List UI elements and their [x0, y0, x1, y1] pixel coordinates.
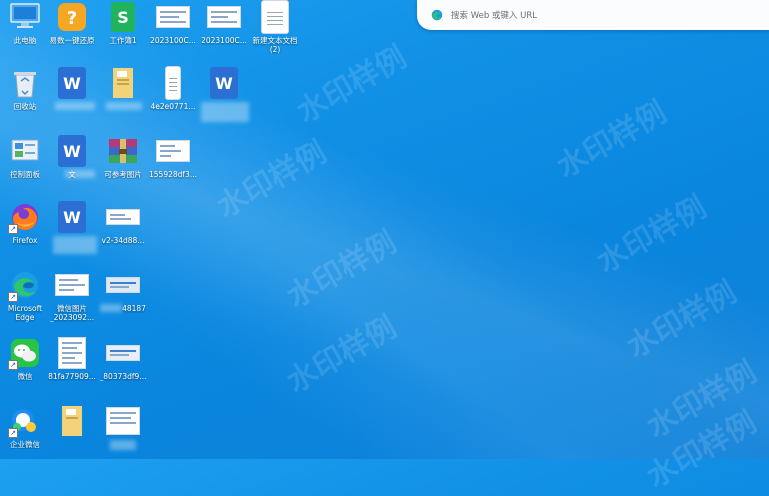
redaction-blur: [100, 304, 122, 312]
image-thumbnail-icon: [106, 336, 140, 370]
pc-icon: [8, 0, 42, 34]
desktop-icon-control-panel[interactable]: 控制面板: [0, 134, 50, 179]
watermark: 水印样例: [641, 354, 763, 446]
redaction-blur: [110, 440, 136, 450]
spreadsheet-icon: S: [106, 0, 140, 34]
icon-label: 新建文本文档 (2): [252, 36, 298, 54]
watermark: 水印样例: [291, 39, 413, 131]
word-doc-icon: W: [55, 134, 89, 168]
icon-label: 易数一键还原: [49, 36, 95, 45]
redaction-blur: [106, 102, 142, 110]
image-thumbnail-icon: [106, 200, 140, 234]
desktop-icon-new-text[interactable]: 新建文本文档 (2): [250, 0, 300, 54]
shortcut-arrow-icon: ↗: [8, 360, 18, 370]
image-thumbnail-icon: [156, 134, 190, 168]
desktop-icon-folder[interactable]: [98, 66, 148, 110]
desktop-icon-image[interactable]: _80373df9...: [98, 336, 148, 381]
icon-label: 2023100C...: [150, 36, 196, 45]
image-thumbnail-icon: [106, 268, 140, 302]
desktop-icon-recycle-bin[interactable]: 回收站: [0, 66, 50, 111]
icon-label: 回收站: [13, 102, 37, 111]
desktop-icon-image[interactable]: 155928df3...: [148, 134, 198, 179]
icon-label: 微信图片 _2023092...: [49, 304, 95, 322]
desktop-icon-image[interactable]: 2023100C...: [148, 0, 198, 45]
folder-icon: [55, 404, 89, 438]
desktop[interactable]: 水印样例 水印样例 水印样例 水印样例 水印样例 水印样例 水印样例 水印样例 …: [0, 0, 769, 495]
desktop-icon-image[interactable]: 81fa77909...: [47, 336, 97, 381]
desktop-icon-workbook[interactable]: S 工作簿1: [98, 0, 148, 45]
desktop-icon-word-doc[interactable]: W: [47, 66, 97, 110]
folder-icon: [106, 66, 140, 100]
watermark: 水印样例: [551, 94, 673, 186]
desktop-icon-image[interactable]: 微信图片 _2023092...: [47, 268, 97, 322]
watermark: 水印样例: [641, 404, 763, 496]
desktop-icon-archive[interactable]: 可参考图片: [98, 134, 148, 179]
redaction-blur: [65, 170, 95, 178]
image-thumbnail-icon: [207, 0, 241, 34]
icon-label: 81fa77909...: [48, 372, 96, 381]
text-file-icon: [156, 66, 190, 100]
redaction-blur: [201, 102, 249, 122]
watermark: 水印样例: [621, 274, 743, 366]
icon-label: 工作簿1: [109, 36, 137, 45]
icon-label: 可参考图片: [104, 170, 142, 179]
text-file-icon: [258, 0, 292, 34]
image-thumbnail-icon: [55, 336, 89, 370]
icon-label: v2-34d88...: [101, 236, 145, 245]
shortcut-arrow-icon: ↗: [8, 224, 18, 234]
word-doc-icon: W: [207, 66, 241, 100]
wecom-icon: ↗: [8, 404, 42, 438]
word-doc-icon: W: [55, 200, 89, 234]
desktop-icon-wecom[interactable]: ↗ 企业微信: [0, 404, 50, 449]
icon-label: 155928df3...: [149, 170, 197, 179]
desktop-icon-wechat[interactable]: ↗ 微信: [0, 336, 50, 381]
icon-label: Firefox: [12, 236, 38, 245]
icon-label: 微信: [17, 372, 33, 381]
icon-label: _80373df9...: [99, 372, 147, 381]
icon-label: 控制面板: [10, 170, 40, 179]
recycle-bin-icon: [8, 66, 42, 100]
desktop-icon-word-doc[interactable]: W: [199, 66, 249, 122]
redaction-blur: [55, 102, 95, 110]
wechat-icon: ↗: [8, 336, 42, 370]
icon-label: 企业微信: [10, 440, 40, 449]
desktop-icon-word-doc[interactable]: W: [47, 200, 97, 254]
icon-label: 2023100C...: [201, 36, 247, 45]
restore-app-icon: ?: [55, 0, 89, 34]
shortcut-arrow-icon: ↗: [8, 428, 18, 438]
search-placeholder[interactable]: 搜索 Web 或键入 URL: [451, 9, 537, 21]
shortcut-arrow-icon: ↗: [8, 292, 18, 302]
watermark: 水印样例: [281, 224, 403, 316]
desktop-icon-image[interactable]: v2-34d88...: [98, 200, 148, 245]
web-search-bar[interactable]: 搜索 Web 或键入 URL: [417, 0, 769, 30]
control-panel-icon: [8, 134, 42, 168]
icon-label: 4e2e0771...: [150, 102, 196, 111]
image-thumbnail-icon: [156, 0, 190, 34]
image-thumbnail-icon: [106, 404, 140, 438]
desktop-icon-image[interactable]: 2023100C...: [199, 0, 249, 45]
redaction-blur: [53, 236, 97, 254]
desktop-icon-word-doc[interactable]: W 文: [47, 134, 97, 179]
word-doc-icon: W: [55, 66, 89, 100]
desktop-icon-edge[interactable]: ↗ Microsoft Edge: [0, 268, 50, 322]
desktop-icon-text-file[interactable]: 4e2e0771...: [148, 66, 198, 111]
desktop-icon-restore[interactable]: ? 易数一键还原: [47, 0, 97, 45]
desktop-icon-image[interactable]: [98, 404, 148, 450]
image-thumbnail-icon: [55, 268, 89, 302]
firefox-icon: ↗: [8, 200, 42, 234]
icon-label: 此电脑: [13, 36, 37, 45]
watermark: 水印样例: [211, 134, 333, 226]
svg-text:S: S: [117, 8, 129, 27]
edge-icon: ↗: [8, 268, 42, 302]
desktop-icon-this-pc[interactable]: 此电脑: [0, 0, 50, 45]
desktop-icon-folder[interactable]: [47, 404, 97, 440]
desktop-icon-image[interactable]: 48187: [98, 268, 148, 313]
archive-icon: [106, 134, 140, 168]
watermark: 水印样例: [281, 309, 403, 401]
edge-icon: [431, 9, 443, 21]
watermark: 水印样例: [591, 189, 713, 281]
icon-label: Microsoft Edge: [7, 304, 43, 322]
svg-text:?: ?: [67, 8, 77, 29]
desktop-icon-firefox[interactable]: ↗ Firefox: [0, 200, 50, 245]
